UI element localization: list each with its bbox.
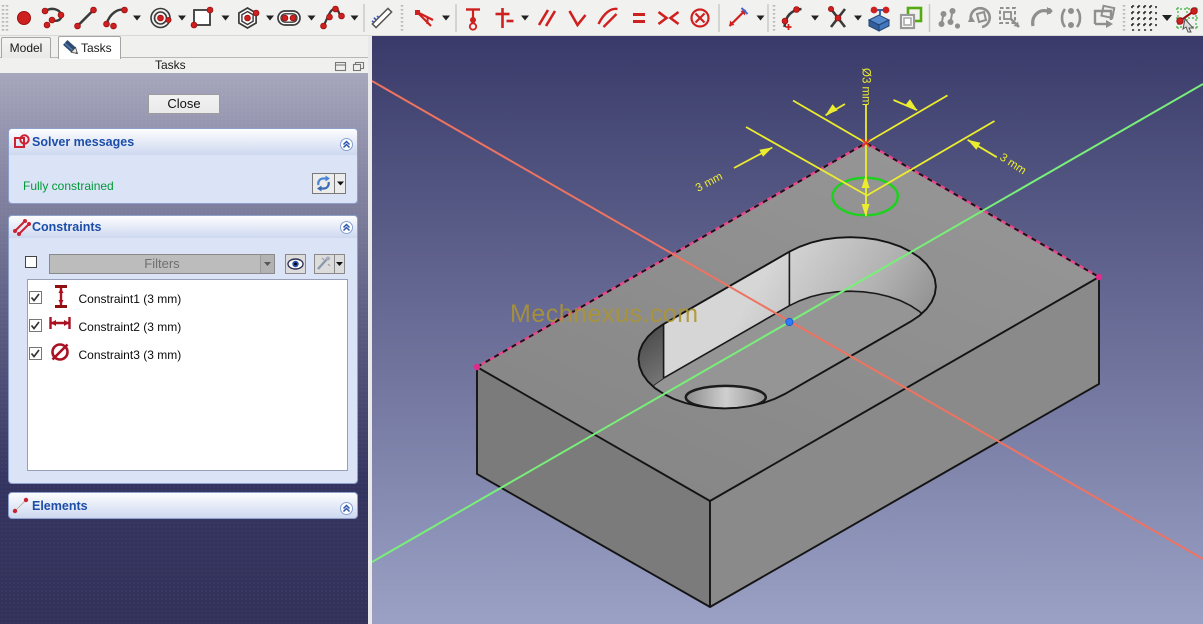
svg-text:Ø3 mm: Ø3 mm — [860, 68, 872, 106]
svg-text:3 mm: 3 mm — [997, 151, 1028, 177]
svg-text:3 mm: 3 mm — [694, 171, 725, 195]
